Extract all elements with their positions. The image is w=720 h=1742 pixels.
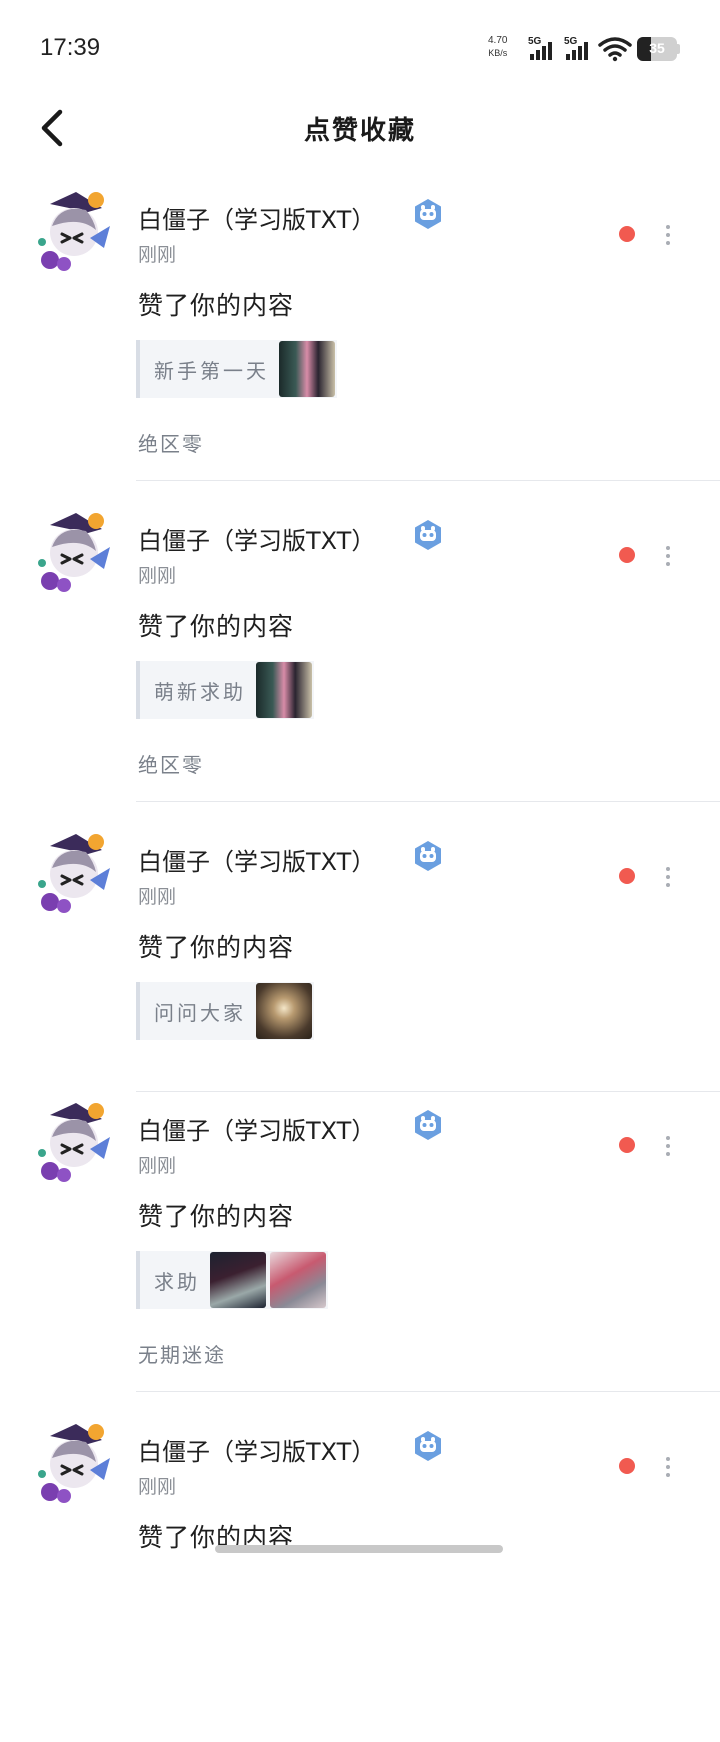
avatar[interactable] (30, 1097, 122, 1189)
page-title: 点赞收藏 (303, 116, 416, 146)
timestamp: 刚刚 (138, 886, 177, 908)
action-text: 赞了你的内容 (138, 1202, 295, 1231)
signal-label: 5G (528, 36, 542, 47)
post-title: 求助 (154, 1269, 200, 1294)
referenced-post[interactable]: 萌新求助 (136, 661, 314, 719)
avatar[interactable] (30, 828, 122, 920)
level-badge-icon (415, 1110, 441, 1140)
notification-item[interactable]: 白僵子（学习版TXT） 刚刚赞了你的内容萌新求助绝区零 (0, 501, 720, 831)
timestamp: 刚刚 (138, 565, 177, 587)
home-indicator[interactable] (215, 1545, 503, 1553)
unread-dot (619, 547, 635, 563)
unread-dot (619, 226, 635, 242)
more-options-button[interactable] (656, 218, 680, 252)
post-thumbnail[interactable] (279, 341, 335, 397)
more-options-button[interactable] (656, 1450, 680, 1484)
user-name[interactable]: 白僵子（学习版TXT） (138, 842, 375, 877)
level-badge-icon (415, 1431, 441, 1461)
post-thumbnail[interactable] (270, 1252, 326, 1308)
avatar[interactable] (30, 507, 122, 599)
wifi-icon (598, 37, 632, 62)
signal-label: 5G (564, 36, 578, 47)
post-thumbnail[interactable] (256, 662, 312, 718)
divider (136, 480, 720, 481)
status-time: 17:39 (40, 34, 101, 61)
action-text: 赞了你的内容 (138, 612, 295, 641)
avatar[interactable] (30, 186, 122, 278)
more-options-button[interactable] (656, 1129, 680, 1163)
referenced-post[interactable]: 问问大家 (136, 982, 314, 1040)
avatar[interactable] (30, 1418, 122, 1510)
unread-dot (619, 868, 635, 884)
user-name[interactable]: 白僵子（学习版TXT） (138, 1432, 375, 1467)
divider (136, 801, 720, 802)
level-badge-icon (415, 520, 441, 550)
cellular-signal-icon: 5G (528, 36, 560, 62)
more-options-button[interactable] (656, 860, 680, 894)
action-text: 赞了你的内容 (138, 291, 295, 320)
status-bar: 17:39 4.70 KB/s 5G 5G 35 (0, 0, 720, 95)
level-badge-icon (415, 841, 441, 871)
game-tag[interactable]: 绝区零 (138, 749, 204, 778)
action-text: 赞了你的内容 (138, 933, 295, 962)
user-name[interactable]: 白僵子（学习版TXT） (138, 1111, 375, 1146)
notification-item[interactable]: 白僵子（学习版TXT） 刚刚赞了你的内容新手第一天绝区零 (0, 180, 720, 510)
timestamp: 刚刚 (138, 1155, 177, 1177)
game-tag[interactable]: 绝区零 (138, 428, 204, 457)
network-speed-value: 4.70 (488, 35, 508, 46)
post-thumbnail[interactable] (210, 1252, 266, 1308)
post-thumbnail[interactable] (256, 983, 312, 1039)
post-title: 问问大家 (154, 1000, 246, 1025)
notification-item[interactable]: 白僵子（学习版TXT） 刚刚 赞了你的内容 (0, 1412, 720, 1742)
cellular-signal-icon: 5G (564, 36, 596, 62)
level-badge-icon (415, 199, 441, 229)
network-speed: 4.70 KB/s (488, 35, 507, 59)
user-name[interactable]: 白僵子（学习版TXT） (138, 521, 375, 556)
battery-icon: 35 (637, 37, 677, 61)
game-tag[interactable]: 无期迷途 (138, 1339, 226, 1368)
referenced-post[interactable]: 求助 (136, 1251, 328, 1309)
divider (136, 1391, 720, 1392)
timestamp: 刚刚 (138, 244, 177, 266)
timestamp: 刚刚 (138, 1476, 177, 1498)
post-title: 萌新求助 (154, 679, 246, 704)
post-title: 新手第一天 (154, 358, 269, 383)
battery-level: 35 (649, 40, 665, 56)
referenced-post[interactable]: 新手第一天 (136, 340, 337, 398)
unread-dot (619, 1137, 635, 1153)
more-options-button[interactable] (656, 539, 680, 573)
unread-dot (619, 1458, 635, 1474)
user-name[interactable]: 白僵子（学习版TXT） (138, 200, 375, 235)
notification-item[interactable]: 白僵子（学习版TXT） 刚刚赞了你的内容求助无期迷途 (0, 1091, 720, 1421)
network-speed-unit: KB/s (488, 48, 508, 58)
